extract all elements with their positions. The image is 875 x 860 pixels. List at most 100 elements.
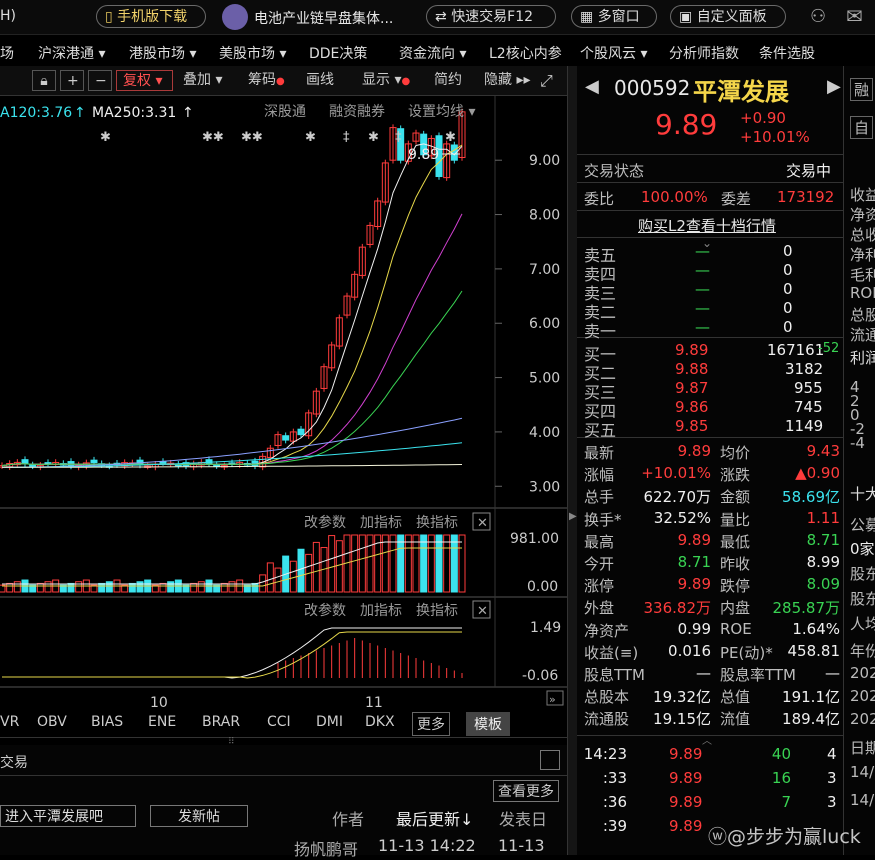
sell-level-price: — bbox=[695, 261, 710, 279]
user-icon[interactable]: ⚇ bbox=[810, 6, 826, 27]
kline-chart[interactable]: 9.00 8.00 7.00 6.00 5.00 4.00 3.00 A120:3.76 ↑… bbox=[0, 95, 567, 740]
zoom-in-icon[interactable]: + bbox=[60, 70, 84, 91]
zi-button[interactable]: 自 bbox=[850, 116, 874, 139]
nav-item-screener[interactable]: 条件选股 bbox=[759, 43, 815, 63]
volume-ma2-line bbox=[2, 547, 462, 587]
next-stock-icon[interactable]: ▶ bbox=[827, 76, 841, 97]
candle-body bbox=[297, 428, 305, 436]
stat-value: 58.69亿 bbox=[782, 488, 840, 507]
f10-side-column: 融 自 收益净资总收净利毛利ROE总股流通 利润 420-2-4 十大 公募 0… bbox=[843, 66, 875, 855]
price-axis-label: 3.00 bbox=[529, 479, 560, 495]
junxian-link[interactable]: 设置均线 ▾ bbox=[408, 104, 475, 120]
stat-value: 1.11 bbox=[806, 508, 840, 527]
minimize-icon[interactable] bbox=[540, 750, 560, 770]
top-left-fragment: H) bbox=[0, 8, 16, 24]
stat-value: — bbox=[696, 664, 711, 682]
event-marker-icon[interactable]: ‡ bbox=[343, 130, 350, 145]
l2-link[interactable]: 购买L2查看十档行情 bbox=[638, 215, 776, 236]
event-marker-icon[interactable]: ‡ bbox=[395, 130, 402, 145]
event-marker-icon[interactable]: ✱ bbox=[445, 130, 456, 145]
tab-more[interactable]: 更多 bbox=[412, 712, 450, 736]
post-date-header[interactable]: 发表日 bbox=[499, 806, 547, 830]
tab-vr[interactable]: VR bbox=[0, 714, 19, 730]
tick-time: :33 bbox=[602, 769, 627, 787]
zoom-out-icon[interactable]: − bbox=[88, 70, 112, 91]
expand-icon[interactable]: ⤢ bbox=[540, 70, 553, 91]
enter-forum-button[interactable]: 进入平潭发展吧 bbox=[0, 805, 136, 827]
price-change-pct: +10.01% bbox=[740, 128, 810, 146]
tab-bias[interactable]: BIAS bbox=[91, 714, 123, 730]
fuquan-dropdown[interactable]: 复权 ▾ bbox=[116, 70, 173, 91]
collapse-stats-icon[interactable]: ︿ bbox=[702, 732, 712, 747]
quick-trade-button[interactable]: ⇄ 快速交易F12 bbox=[426, 5, 556, 28]
volume-bar bbox=[458, 534, 466, 593]
news-ticker[interactable]: 电池产业链早盘集体... bbox=[254, 8, 393, 28]
tab-cci[interactable]: CCI bbox=[267, 714, 291, 730]
xianshi-dropdown[interactable]: 显示 ▾● bbox=[362, 70, 410, 91]
macd-jiazhibiao[interactable]: 加指标 bbox=[360, 603, 402, 619]
tab-dmi[interactable]: DMI bbox=[316, 714, 343, 730]
nav-item-analyst[interactable]: 分析师指数 bbox=[669, 43, 739, 63]
nav-item-0[interactable]: 场 bbox=[0, 43, 14, 63]
tab-brar[interactable]: BRAR bbox=[202, 714, 240, 730]
tab-dkx[interactable]: DKX bbox=[365, 714, 395, 730]
volume-bar bbox=[328, 535, 336, 593]
year-label: 202 bbox=[850, 664, 875, 682]
volume-bar bbox=[450, 534, 458, 593]
mobile-download-button[interactable]: ▯ 手机版下载 bbox=[96, 5, 206, 28]
jiaoyi-tab[interactable]: 交易 bbox=[0, 752, 28, 772]
stat-value: +10.01% bbox=[641, 464, 711, 483]
tab-obv[interactable]: OBV bbox=[37, 714, 67, 730]
fin-summary-label: 总收 bbox=[850, 226, 875, 244]
nav-item-dde[interactable]: DDE决策 bbox=[309, 43, 367, 63]
nav-item-hk[interactable]: 港股市场 ▾ bbox=[129, 43, 196, 63]
chouma-button[interactable]: 筹码● bbox=[248, 70, 285, 91]
stat-value: 9.89 bbox=[677, 575, 711, 594]
sell-level-volume: 0 bbox=[783, 280, 793, 298]
jia-count: 0家 bbox=[850, 540, 875, 558]
buy-level-delta: -52 bbox=[818, 341, 840, 356]
event-marker-icon[interactable]: ✱ bbox=[100, 130, 111, 145]
prev-stock-icon[interactable]: ◀ bbox=[585, 76, 599, 97]
yincang-button[interactable]: 隐藏 ▸▸ bbox=[484, 70, 531, 91]
nav-item-hkconnect[interactable]: 沪深港通 ▾ bbox=[38, 43, 105, 63]
event-marker-icon[interactable]: ✱✱ bbox=[202, 130, 224, 145]
rongzi-link[interactable]: 融资融券 bbox=[329, 104, 385, 120]
stat-value: 19.32亿 bbox=[653, 688, 711, 707]
buy-level-volume: 1149 bbox=[785, 417, 824, 435]
event-marker-icon[interactable]: ✱ bbox=[368, 130, 379, 145]
fin-summary-label: 净资 bbox=[850, 206, 875, 224]
macd-gaicanshu[interactable]: 改参数 bbox=[304, 602, 346, 619]
vol-gaicanshu[interactable]: 改参数 bbox=[304, 514, 346, 531]
new-post-button[interactable]: 发新帖 bbox=[150, 805, 248, 827]
mail-icon[interactable]: ✉ bbox=[846, 4, 863, 28]
post-author[interactable]: 扬帆鹏哥 bbox=[294, 836, 358, 860]
event-marker-icon[interactable]: ✱ bbox=[305, 130, 316, 145]
volume-bar bbox=[13, 581, 21, 593]
jianyue-button[interactable]: 简约 bbox=[434, 70, 462, 91]
huaxian-button[interactable]: 画线 bbox=[306, 70, 334, 91]
tab-ene[interactable]: ENE bbox=[148, 714, 176, 730]
nav-item-l2[interactable]: L2核心内参 bbox=[489, 43, 562, 63]
nav-item-us[interactable]: 美股市场 ▾ bbox=[219, 43, 286, 63]
diejia-dropdown[interactable]: 叠加 ▾ bbox=[183, 70, 222, 91]
lock-icon[interactable]: 🔒︎ bbox=[32, 70, 56, 91]
macd-huanzhibiao[interactable]: 换指标 bbox=[416, 602, 458, 619]
tab-template[interactable]: 模板 bbox=[466, 712, 510, 736]
custom-panel-button[interactable]: ▣ 自定义面板 bbox=[670, 5, 786, 28]
tick-time: 14:23 bbox=[583, 745, 627, 763]
volume-bar bbox=[274, 567, 282, 593]
nav-item-stock[interactable]: 个股风云 ▾ bbox=[580, 43, 647, 63]
rong-button[interactable]: 融 bbox=[850, 78, 874, 101]
see-more-button[interactable]: 查看更多 bbox=[493, 780, 559, 802]
vol-jiazhibiao[interactable]: 加指标 bbox=[360, 515, 402, 531]
shentong-link[interactable]: 深股通 bbox=[264, 104, 306, 120]
collapse-arrow-icon[interactable]: ▶ bbox=[569, 511, 577, 522]
stat-value: 622.70万 bbox=[643, 488, 712, 507]
multi-window-button[interactable]: ▦ 多窗口 bbox=[571, 5, 657, 28]
last-update-header[interactable]: 最后更新↓ bbox=[396, 806, 473, 830]
vol-huanzhibiao[interactable]: 换指标 bbox=[416, 514, 458, 531]
nav-item-flow[interactable]: 资金流向 ▾ bbox=[399, 43, 466, 63]
fin-summary-label: 毛利 bbox=[850, 266, 875, 284]
event-marker-icon[interactable]: ✱✱ bbox=[241, 130, 263, 145]
